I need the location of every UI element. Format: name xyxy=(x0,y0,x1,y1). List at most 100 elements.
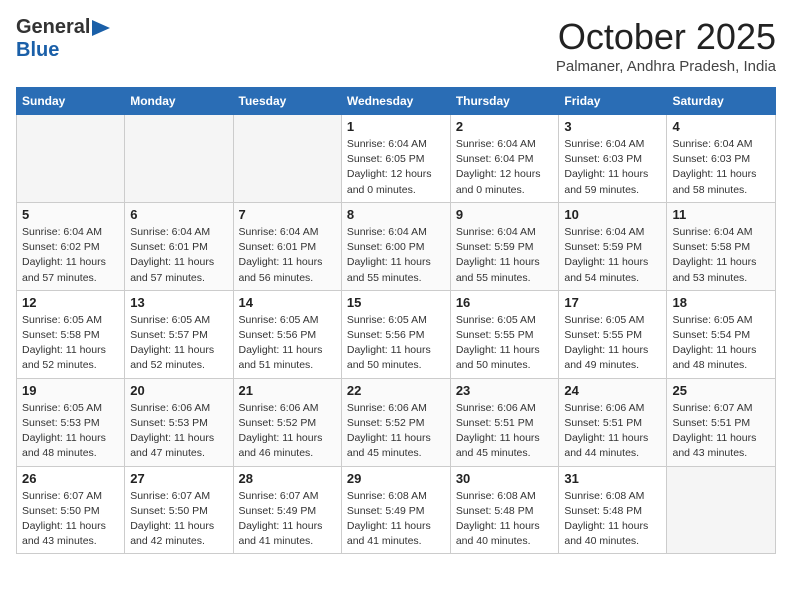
day-info: Sunrise: 6:04 AMSunset: 6:05 PMDaylight:… xyxy=(347,137,445,198)
location-subtitle: Palmaner, Andhra Pradesh, India xyxy=(556,58,776,75)
day-info: Sunrise: 6:05 AMSunset: 5:55 PMDaylight:… xyxy=(456,313,554,374)
calendar-cell: 22 Sunrise: 6:06 AMSunset: 5:52 PMDayligh… xyxy=(341,378,450,466)
day-number: 12 xyxy=(22,295,119,310)
calendar-cell: 13 Sunrise: 6:05 AMSunset: 5:57 PMDayligh… xyxy=(125,290,233,378)
day-info: Sunrise: 6:05 AMSunset: 5:54 PMDaylight:… xyxy=(672,313,770,374)
calendar-cell: 18 Sunrise: 6:05 AMSunset: 5:54 PMDayligh… xyxy=(667,290,776,378)
calendar-cell: 7 Sunrise: 6:04 AMSunset: 6:01 PMDaylight… xyxy=(233,202,341,290)
calendar-cell: 28 Sunrise: 6:07 AMSunset: 5:49 PMDayligh… xyxy=(233,466,341,554)
day-info: Sunrise: 6:04 AMSunset: 6:03 PMDaylight:… xyxy=(672,137,770,198)
day-number: 27 xyxy=(130,471,227,486)
col-header-monday: Monday xyxy=(125,88,233,115)
day-info: Sunrise: 6:07 AMSunset: 5:50 PMDaylight:… xyxy=(22,489,119,550)
day-number: 5 xyxy=(22,207,119,222)
col-header-sunday: Sunday xyxy=(17,88,125,115)
calendar-cell: 9Sunrise: 6:04 AMSunset: 5:59 PMDaylight… xyxy=(450,202,559,290)
day-info: Sunrise: 6:07 AMSunset: 5:50 PMDaylight:… xyxy=(130,489,227,550)
day-number: 20 xyxy=(130,383,227,398)
day-number: 11 xyxy=(672,207,770,222)
logo-blue-text: Blue xyxy=(16,39,59,61)
week-row-4: 19Sunrise: 6:05 AMSunset: 5:53 PMDayligh… xyxy=(17,378,776,466)
day-number: 3 xyxy=(564,119,661,134)
day-number: 21 xyxy=(239,383,336,398)
calendar-cell: 3 Sunrise: 6:04 AMSunset: 6:03 PMDaylight… xyxy=(559,115,667,203)
day-info: Sunrise: 6:05 AMSunset: 5:55 PMDaylight:… xyxy=(564,313,661,374)
calendar-cell: 23 Sunrise: 6:06 AMSunset: 5:51 PMDayligh… xyxy=(450,378,559,466)
col-header-wednesday: Wednesday xyxy=(341,88,450,115)
calendar-cell: 11 Sunrise: 6:04 AMSunset: 5:58 PMDayligh… xyxy=(667,202,776,290)
calendar-cell: 25 Sunrise: 6:07 AMSunset: 5:51 PMDayligh… xyxy=(667,378,776,466)
day-info: Sunrise: 6:04 AMSunset: 5:58 PMDaylight:… xyxy=(672,225,770,286)
calendar-cell: 19Sunrise: 6:05 AMSunset: 5:53 PMDayligh… xyxy=(17,378,125,466)
day-number: 30 xyxy=(456,471,554,486)
col-header-saturday: Saturday xyxy=(667,88,776,115)
calendar-cell: 5 Sunrise: 6:04 AMSunset: 6:02 PMDaylight… xyxy=(17,202,125,290)
col-header-friday: Friday xyxy=(559,88,667,115)
calendar-cell: 21 Sunrise: 6:06 AMSunset: 5:52 PMDayligh… xyxy=(233,378,341,466)
calendar-cell: 26 Sunrise: 6:07 AMSunset: 5:50 PMDayligh… xyxy=(17,466,125,554)
calendar-cell: 14Sunrise: 6:05 AMSunset: 5:56 PMDayligh… xyxy=(233,290,341,378)
day-number: 7 xyxy=(239,207,336,222)
day-info: Sunrise: 6:08 AMSunset: 5:48 PMDaylight:… xyxy=(456,489,554,550)
day-number: 31 xyxy=(564,471,661,486)
calendar-cell: 29Sunrise: 6:08 AMSunset: 5:49 PMDayligh… xyxy=(341,466,450,554)
day-info: Sunrise: 6:04 AMSunset: 5:59 PMDaylight:… xyxy=(456,225,554,286)
header-row: SundayMondayTuesdayWednesdayThursdayFrid… xyxy=(17,88,776,115)
day-info: Sunrise: 6:07 AMSunset: 5:49 PMDaylight:… xyxy=(239,489,336,550)
day-info: Sunrise: 6:06 AMSunset: 5:52 PMDaylight:… xyxy=(347,401,445,462)
day-number: 29 xyxy=(347,471,445,486)
calendar-cell: 17 Sunrise: 6:05 AMSunset: 5:55 PMDayligh… xyxy=(559,290,667,378)
day-info: Sunrise: 6:05 AMSunset: 5:57 PMDaylight:… xyxy=(130,313,227,374)
day-info: Sunrise: 6:04 AMSunset: 6:00 PMDaylight:… xyxy=(347,225,445,286)
calendar-cell: 31Sunrise: 6:08 AMSunset: 5:48 PMDayligh… xyxy=(559,466,667,554)
title-block: October 2025 Palmaner, Andhra Pradesh, I… xyxy=(556,16,776,75)
day-number: 25 xyxy=(672,383,770,398)
logo: General Blue xyxy=(16,16,110,62)
calendar-cell: 6 Sunrise: 6:04 AMSunset: 6:01 PMDaylight… xyxy=(125,202,233,290)
day-number: 18 xyxy=(672,295,770,310)
day-number: 28 xyxy=(239,471,336,486)
col-header-thursday: Thursday xyxy=(450,88,559,115)
day-number: 6 xyxy=(130,207,227,222)
day-info: Sunrise: 6:04 AMSunset: 6:04 PMDaylight:… xyxy=(456,137,554,198)
calendar-cell: 1 Sunrise: 6:04 AMSunset: 6:05 PMDaylight… xyxy=(341,115,450,203)
day-info: Sunrise: 6:07 AMSunset: 5:51 PMDaylight:… xyxy=(672,401,770,462)
calendar-cell xyxy=(667,466,776,554)
day-info: Sunrise: 6:05 AMSunset: 5:56 PMDaylight:… xyxy=(239,313,336,374)
day-number: 23 xyxy=(456,383,554,398)
calendar-table: SundayMondayTuesdayWednesdayThursdayFrid… xyxy=(16,87,776,554)
day-number: 26 xyxy=(22,471,119,486)
calendar-cell: 15 Sunrise: 6:05 AMSunset: 5:56 PMDayligh… xyxy=(341,290,450,378)
day-info: Sunrise: 6:06 AMSunset: 5:53 PMDaylight:… xyxy=(130,401,227,462)
day-info: Sunrise: 6:05 AMSunset: 5:58 PMDaylight:… xyxy=(22,313,119,374)
day-number: 13 xyxy=(130,295,227,310)
day-info: Sunrise: 6:04 AMSunset: 6:02 PMDaylight:… xyxy=(22,225,119,286)
day-number: 10 xyxy=(564,207,661,222)
day-info: Sunrise: 6:04 AMSunset: 6:03 PMDaylight:… xyxy=(564,137,661,198)
day-info: Sunrise: 6:05 AMSunset: 5:56 PMDaylight:… xyxy=(347,313,445,374)
calendar-cell: 2 Sunrise: 6:04 AMSunset: 6:04 PMDaylight… xyxy=(450,115,559,203)
day-info: Sunrise: 6:06 AMSunset: 5:51 PMDaylight:… xyxy=(564,401,661,462)
calendar-cell: 4 Sunrise: 6:04 AMSunset: 6:03 PMDaylight… xyxy=(667,115,776,203)
calendar-cell: 30 Sunrise: 6:08 AMSunset: 5:48 PMDayligh… xyxy=(450,466,559,554)
day-number: 24 xyxy=(564,383,661,398)
day-number: 16 xyxy=(456,295,554,310)
calendar-cell: 24 Sunrise: 6:06 AMSunset: 5:51 PMDayligh… xyxy=(559,378,667,466)
logo-arrow-icon xyxy=(92,20,110,36)
calendar-cell: 16 Sunrise: 6:05 AMSunset: 5:55 PMDayligh… xyxy=(450,290,559,378)
day-info: Sunrise: 6:06 AMSunset: 5:51 PMDaylight:… xyxy=(456,401,554,462)
day-number: 8 xyxy=(347,207,445,222)
day-info: Sunrise: 6:04 AMSunset: 6:01 PMDaylight:… xyxy=(130,225,227,286)
month-title: October 2025 xyxy=(556,16,776,58)
day-number: 19 xyxy=(22,383,119,398)
day-number: 2 xyxy=(456,119,554,134)
day-number: 15 xyxy=(347,295,445,310)
day-info: Sunrise: 6:04 AMSunset: 6:01 PMDaylight:… xyxy=(239,225,336,286)
calendar-cell: 10Sunrise: 6:04 AMSunset: 5:59 PMDayligh… xyxy=(559,202,667,290)
day-number: 22 xyxy=(347,383,445,398)
day-number: 4 xyxy=(672,119,770,134)
day-number: 17 xyxy=(564,295,661,310)
day-number: 1 xyxy=(347,119,445,134)
day-info: Sunrise: 6:06 AMSunset: 5:52 PMDaylight:… xyxy=(239,401,336,462)
week-row-1: 1 Sunrise: 6:04 AMSunset: 6:05 PMDaylight… xyxy=(17,115,776,203)
